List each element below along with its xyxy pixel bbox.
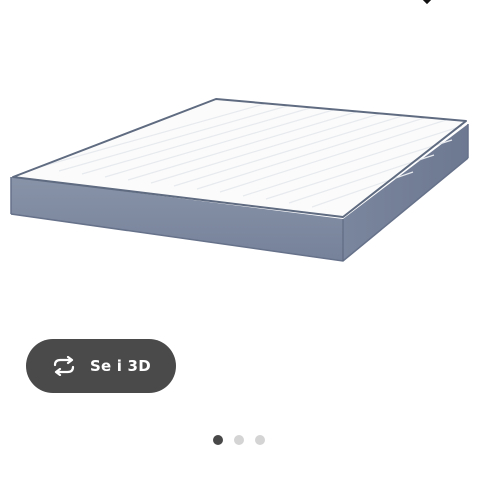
rotate-3d-icon — [50, 356, 78, 376]
carousel-pagination — [213, 435, 265, 445]
view-in-3d-label: Se i 3D — [90, 357, 151, 375]
carousel-dot-1[interactable] — [213, 435, 223, 445]
view-in-3d-button[interactable]: Se i 3D — [26, 339, 176, 393]
carousel-dot-2[interactable] — [234, 435, 244, 445]
mattress-image[interactable] — [0, 0, 480, 330]
product-gallery: Se i 3D — [0, 0, 480, 480]
carousel-dot-3[interactable] — [255, 435, 265, 445]
